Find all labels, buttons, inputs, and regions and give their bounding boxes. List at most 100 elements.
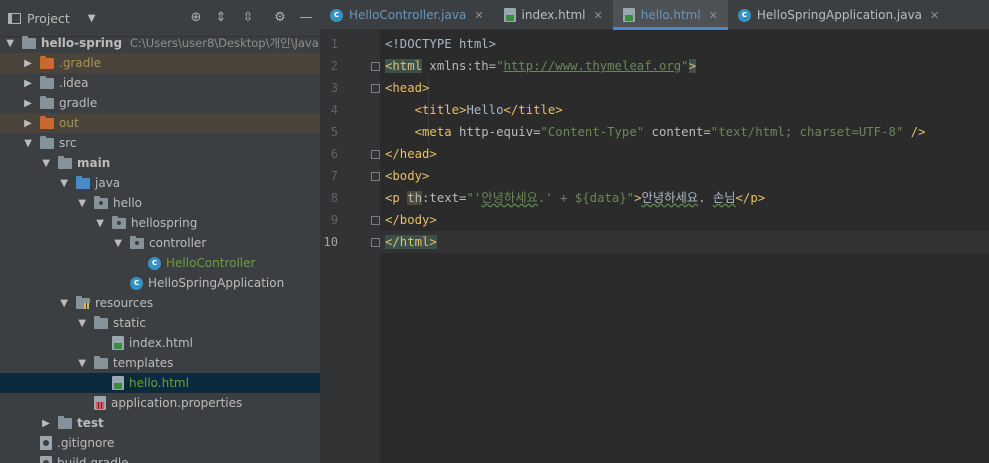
tree-item[interactable]: ▶ test (0, 413, 320, 433)
chevron-right-icon[interactable]: ▶ (95, 217, 106, 229)
code-token: </body> (385, 213, 437, 227)
package-icon (94, 195, 108, 209)
folder-icon (22, 35, 36, 49)
tree-item[interactable]: ▶ .gradle (0, 53, 320, 73)
tree-item[interactable]: ▶cHelloController (0, 253, 320, 273)
tree-item[interactable]: ▶ java (0, 173, 320, 193)
tree-item[interactable]: ▶ hello-spring C:\Users\user8\Desktop\개인\J… (0, 33, 320, 53)
chevron-right-icon[interactable]: ▶ (59, 177, 70, 189)
close-icon[interactable]: ✕ (930, 9, 939, 22)
editor-tab[interactable]: c HelloSpringApplication.java ✕ (728, 0, 949, 30)
project-panel-header: Project ▼ ⊕ ⇕ ⇳ ⚙ — (0, 0, 320, 37)
chevron-right-icon[interactable]: ▶ (22, 98, 34, 109)
tab-label: HelloSpringApplication.java (756, 8, 923, 22)
line-number: 9 (330, 213, 338, 227)
tree-item[interactable]: ▶cHelloSpringApplication (0, 273, 320, 293)
tree-item-label: application.properties (111, 396, 243, 410)
tree-item[interactable]: ▶index.html (0, 333, 320, 353)
code-token: <p (385, 191, 408, 205)
resources-folder-icon (76, 295, 90, 309)
fold-marker-icon[interactable] (371, 150, 380, 159)
locate-file-icon[interactable]: ⊕ (188, 10, 204, 26)
editor-tab[interactable]: hello.html ✕ (612, 0, 729, 30)
fold-marker-icon[interactable] (371, 216, 380, 225)
tree-item[interactable]: ▶ static (0, 313, 320, 333)
editor-tab[interactable]: index.html ✕ (494, 0, 613, 30)
editor: c HelloController.java ✕ index.html ✕ hello.h… (320, 0, 989, 463)
code-area[interactable]: <!DOCTYPE html> <html xmlns:th="http://ww… (380, 30, 989, 463)
tree-item[interactable]: ▶.gitignore (0, 433, 320, 453)
tree-item-label: hello-spring (41, 36, 123, 50)
fold-marker-icon[interactable] (371, 84, 380, 93)
tab-label: HelloController.java (349, 8, 467, 22)
line-number: 2 (330, 59, 338, 73)
code-token: :text= (422, 191, 467, 205)
tree-item-label: HelloController (166, 256, 256, 270)
editor-tab[interactable]: c HelloController.java ✕ (320, 0, 494, 30)
tree-item-label: out (59, 116, 79, 130)
chevron-right-icon[interactable]: ▶ (77, 197, 88, 209)
tree-item[interactable]: ▶ main (0, 153, 320, 173)
code-line: </body> (385, 209, 437, 231)
tree-item[interactable]: ▶ controller (0, 233, 320, 253)
chevron-right-icon[interactable]: ▶ (22, 118, 34, 129)
code-line: </head> (385, 143, 437, 165)
chevron-down-icon[interactable]: ▼ (88, 13, 96, 24)
gradle-file-icon (40, 456, 52, 463)
close-icon[interactable]: ✕ (474, 9, 483, 22)
package-icon (130, 235, 144, 249)
tree-item[interactable]: ▶ src (0, 133, 320, 153)
gear-icon[interactable]: ⚙ (272, 10, 288, 26)
tree-item[interactable]: ▶ gradle (0, 93, 320, 113)
close-icon[interactable]: ✕ (709, 9, 718, 22)
code-token: > (634, 191, 642, 205)
chevron-right-icon[interactable]: ▶ (40, 418, 52, 429)
tree-item[interactable]: ▶ out (0, 113, 320, 133)
tree-item[interactable]: ▶ hellospring (0, 213, 320, 233)
tree-item[interactable]: ▶build.gradle (0, 453, 320, 463)
code-token: "text/html; charset=UTF-8" (710, 125, 904, 139)
line-number: 8 (330, 191, 338, 205)
code-token: 손님 (712, 191, 736, 205)
expand-all-icon[interactable]: ⇕ (213, 10, 229, 26)
line-number: 10 (323, 235, 338, 249)
tree-item[interactable]: ▶hello.html (0, 373, 320, 393)
chevron-right-icon[interactable]: ▶ (41, 157, 52, 169)
project-view-selector[interactable]: Project (27, 11, 70, 26)
chevron-right-icon[interactable]: ▶ (113, 237, 124, 249)
hide-panel-icon[interactable]: — (298, 10, 314, 26)
tree-item[interactable]: ▶ .idea (0, 73, 320, 93)
chevron-right-icon[interactable]: ▶ (77, 317, 88, 329)
chevron-right-icon[interactable]: ▶ (22, 78, 34, 89)
chevron-right-icon[interactable]: ▶ (59, 297, 70, 309)
code-token: "' (466, 191, 482, 205)
tree-item[interactable]: ▶application.properties (0, 393, 320, 413)
folder-icon (94, 355, 108, 369)
tab-label: index.html (521, 8, 586, 22)
code-token: . (698, 191, 713, 205)
chevron-right-icon[interactable]: ▶ (22, 58, 34, 69)
current-line-highlight (380, 231, 989, 253)
fold-marker-icon[interactable] (371, 238, 380, 247)
chevron-right-icon[interactable]: ▶ (5, 37, 16, 49)
tree-item[interactable]: ▶ resources (0, 293, 320, 313)
tree-item[interactable]: ▶ templates (0, 353, 320, 373)
code-token: "Content-Type" (540, 125, 645, 139)
collapse-all-icon[interactable]: ⇳ (240, 10, 256, 26)
chevron-right-icon[interactable]: ▶ (77, 357, 88, 369)
line-number: 1 (330, 37, 338, 51)
code-line: <title>Hello</title> (385, 99, 563, 121)
package-icon (112, 215, 126, 229)
tree-item-label: templates (113, 356, 174, 370)
folder-blue-icon (76, 175, 90, 189)
tree-item[interactable]: ▶ hello (0, 193, 320, 213)
tree-item-label: src (59, 136, 77, 150)
tree-item-label: resources (95, 296, 154, 310)
chevron-right-icon[interactable]: ▶ (23, 137, 34, 149)
line-number: 4 (330, 103, 338, 117)
folder-icon (58, 155, 72, 169)
close-icon[interactable]: ✕ (594, 9, 603, 22)
folder-icon (40, 135, 54, 149)
fold-marker-icon[interactable] (371, 172, 380, 181)
fold-marker-icon[interactable] (371, 62, 380, 71)
